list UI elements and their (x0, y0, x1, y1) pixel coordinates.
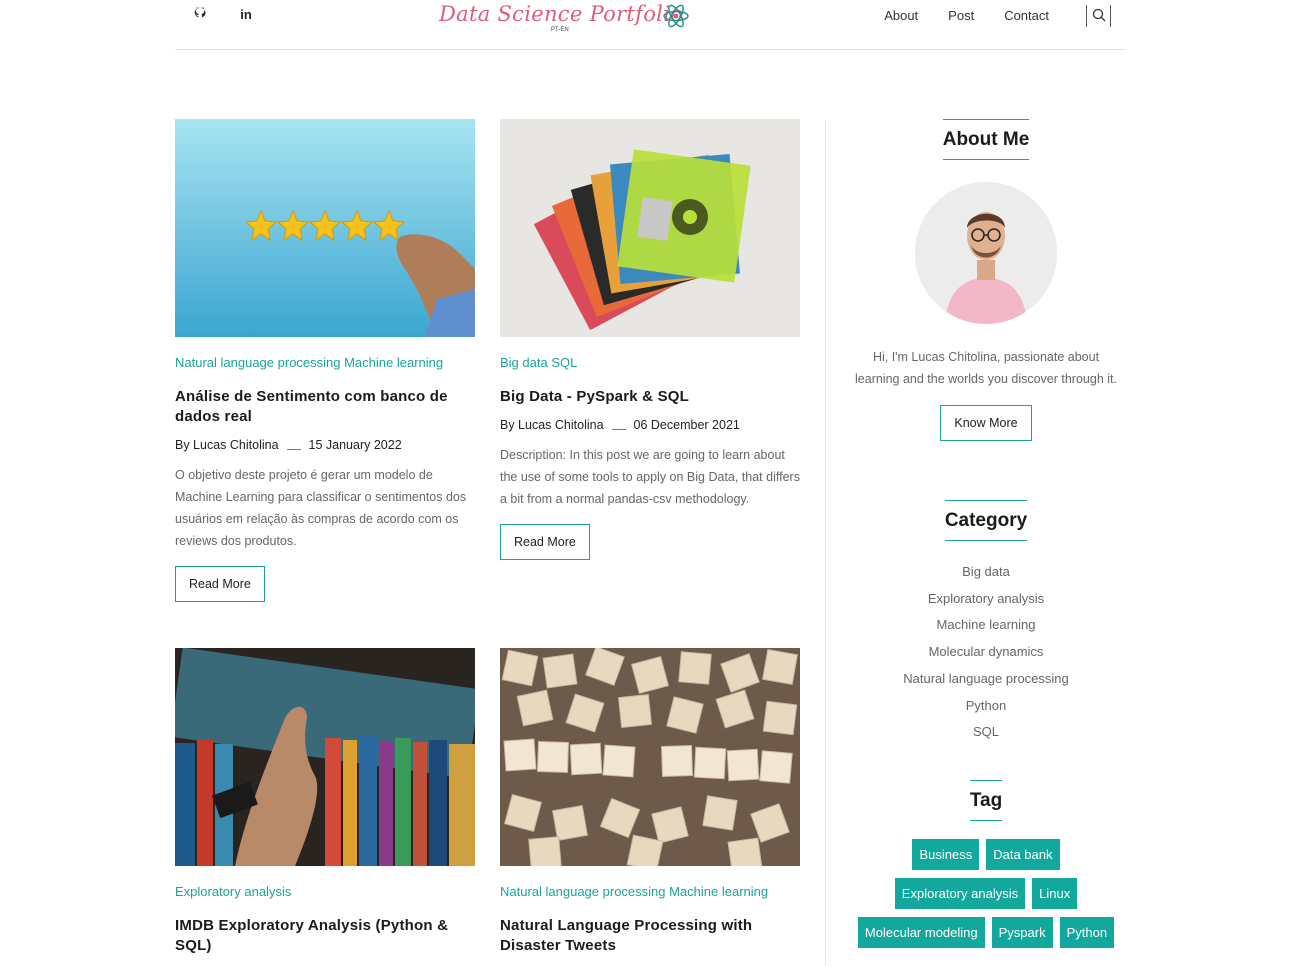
know-more-button[interactable]: Know More (940, 405, 1032, 441)
search-icon (1092, 8, 1106, 22)
category-list: Big data Exploratory analysis Machine le… (846, 559, 1126, 746)
tag-item[interactable]: Pyspark (991, 917, 1053, 948)
nav-contact[interactable]: Contact (1004, 8, 1049, 23)
meta-separator (611, 420, 626, 430)
atom-icon (663, 4, 689, 28)
category-item[interactable]: Machine learning (846, 612, 1126, 639)
read-more-button[interactable]: Read More (175, 566, 265, 602)
post-categories[interactable]: Natural language processing Machine lear… (175, 355, 475, 373)
post-meta: By Lucas Chitolina 06 December 2021 (500, 418, 800, 432)
logo-title: Data Science Portfolio (439, 2, 684, 26)
post-meta: By Lucas Chitolina 15 January 2022 (175, 438, 475, 452)
tag-item[interactable]: Molecular modeling (857, 917, 985, 948)
linkedin-icon[interactable]: in (237, 6, 255, 24)
about-text: Hi, I'm Lucas Chitolina, passionate abou… (855, 350, 1117, 386)
main-nav: About Post Contact (884, 8, 1049, 23)
post-card: Exploratory analysis IMDB Exploratory An… (175, 648, 475, 956)
site-header: in Data Science Portfolio PT-EN About Po… (175, 0, 1125, 50)
category-item[interactable]: Python (846, 693, 1126, 720)
search-button[interactable] (1086, 5, 1111, 27)
meta-separator (286, 440, 301, 450)
nav-about[interactable]: About (884, 8, 918, 23)
category-widget: Category Big data Exploratory analysis M… (846, 500, 1126, 746)
post-categories[interactable]: Big data SQL (500, 355, 800, 373)
post-title[interactable]: Análise de Sentimento com banco de dados… (175, 387, 475, 427)
tag-item[interactable]: Python (1059, 917, 1115, 948)
github-icon[interactable] (191, 6, 209, 24)
post-author: By Lucas Chitolina (175, 438, 279, 452)
post-card: Natural language processing Machine lear… (500, 648, 800, 956)
category-item[interactable]: Big data (846, 559, 1126, 586)
site-logo[interactable]: Data Science Portfolio PT-EN (439, 0, 689, 40)
about-title: About Me (942, 119, 1030, 160)
post-title[interactable]: Big Data - PySpark & SQL (500, 387, 800, 407)
tag-widget: Tag Business Data bank Exploratory analy… (846, 780, 1126, 948)
category-item[interactable]: Natural language processing (846, 666, 1126, 693)
nav-post[interactable]: Post (948, 8, 974, 23)
post-title[interactable]: Natural Language Processing with Disaste… (500, 916, 800, 956)
post-card: Natural language processing Machine lear… (175, 119, 475, 602)
social-links: in (191, 6, 255, 24)
tag-item[interactable]: Linux (1032, 878, 1078, 909)
avatar (915, 182, 1057, 324)
tag-item[interactable]: Data bank (986, 839, 1060, 870)
sidebar-divider (825, 120, 826, 966)
category-item[interactable]: Exploratory analysis (846, 586, 1126, 613)
post-title[interactable]: IMDB Exploratory Analysis (Python & SQL) (175, 916, 475, 956)
post-thumbnail[interactable] (175, 648, 475, 866)
category-item[interactable]: SQL (846, 719, 1126, 746)
tag-item[interactable]: Business (912, 839, 980, 870)
post-thumbnail[interactable] (500, 119, 800, 337)
category-item[interactable]: Molecular dynamics (846, 639, 1126, 666)
post-description: Description: In this post we are going t… (500, 448, 800, 506)
post-description: O objetivo deste projeto é gerar um mode… (175, 468, 467, 548)
post-thumbnail[interactable] (175, 119, 475, 337)
post-date: 15 January 2022 (308, 438, 402, 452)
post-categories[interactable]: Exploratory analysis (175, 884, 475, 902)
tag-item[interactable]: Exploratory analysis (894, 878, 1026, 909)
post-author: By Lucas Chitolina (500, 418, 604, 432)
category-title: Category (944, 500, 1028, 541)
about-widget: About Me Hi, I'm Lucas Chitolina, passio… (846, 119, 1126, 441)
tag-title: Tag (969, 780, 1003, 821)
logo-language: PT-EN (551, 27, 569, 33)
post-categories[interactable]: Natural language processing Machine lear… (500, 884, 800, 902)
post-card: Big data SQL Big Data - PySpark & SQL By… (500, 119, 800, 560)
read-more-button[interactable]: Read More (500, 524, 590, 560)
post-thumbnail[interactable] (500, 648, 800, 866)
tag-cloud: Business Data bank Exploratory analysis … (846, 839, 1126, 948)
post-date: 06 December 2021 (633, 418, 740, 432)
